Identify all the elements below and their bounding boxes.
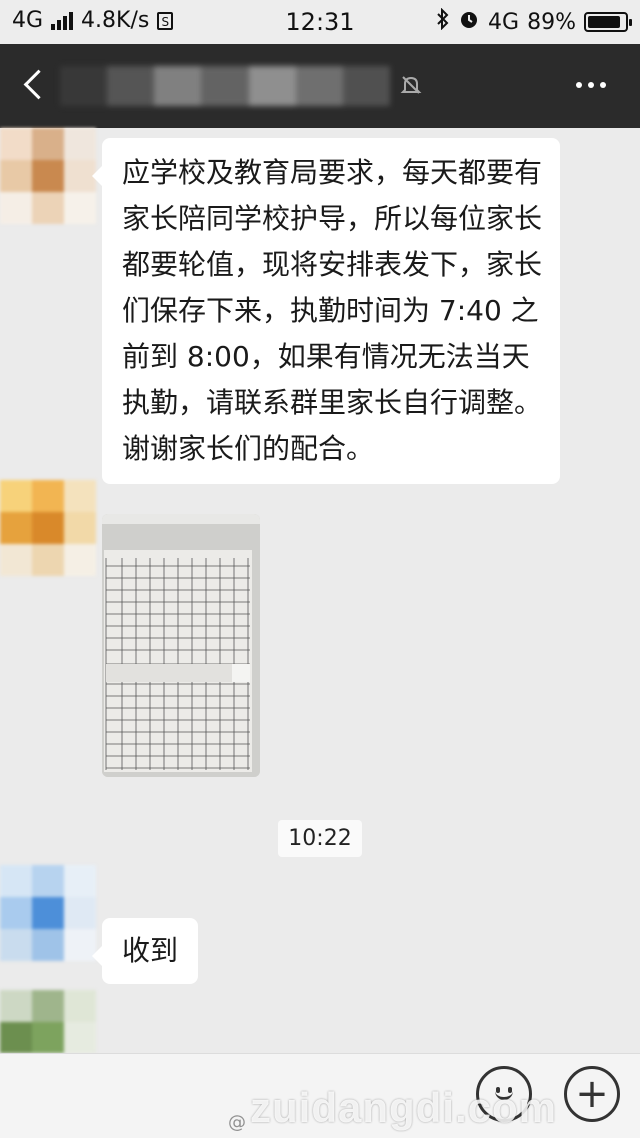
chat-title-redacted <box>60 66 390 106</box>
alarm-icon <box>458 8 480 36</box>
message-input[interactable] <box>96 1066 456 1126</box>
schedule-photo[interactable] <box>102 514 260 777</box>
schedule-photo-image <box>102 514 260 777</box>
weibo-watermark: @ <box>228 1112 246 1133</box>
message-bubble[interactable]: 应学校及教育局要求，每天都要有家长陪同学校护导，所以每位家长都要轮值，现将安排表… <box>92 138 560 484</box>
chat-header <box>0 44 640 128</box>
status-right: 4G 89% <box>436 7 632 36</box>
message-bubble[interactable]: 收到 <box>91 918 199 984</box>
time-label: 10:22 <box>0 820 640 857</box>
more-icon[interactable] <box>576 82 606 88</box>
avatar[interactable] <box>0 128 96 224</box>
mute-icon <box>400 74 422 96</box>
plus-icon[interactable]: + <box>564 1066 620 1122</box>
battery-fill <box>588 16 621 28</box>
network-label-right: 4G <box>488 9 520 35</box>
avatar[interactable] <box>0 990 96 1053</box>
bluetooth-icon <box>436 7 450 36</box>
emoji-face <box>489 1079 519 1109</box>
battery-percent: 89% <box>527 9 576 35</box>
back-arrow-icon[interactable] <box>23 69 54 100</box>
battery-icon <box>584 12 632 32</box>
chat-area: 应学校及教育局要求，每天都要有家长陪同学校护导，所以每位家长都要轮值，现将安排表… <box>0 128 640 1053</box>
time-label-text: 10:22 <box>278 820 362 857</box>
status-bar: 4G 4.8K/s S 12:31 4G 89% <box>0 0 640 44</box>
input-bar: + <box>0 1053 640 1138</box>
avatar[interactable] <box>0 865 96 961</box>
emoji-icon[interactable] <box>476 1066 532 1122</box>
avatar[interactable] <box>0 480 96 576</box>
